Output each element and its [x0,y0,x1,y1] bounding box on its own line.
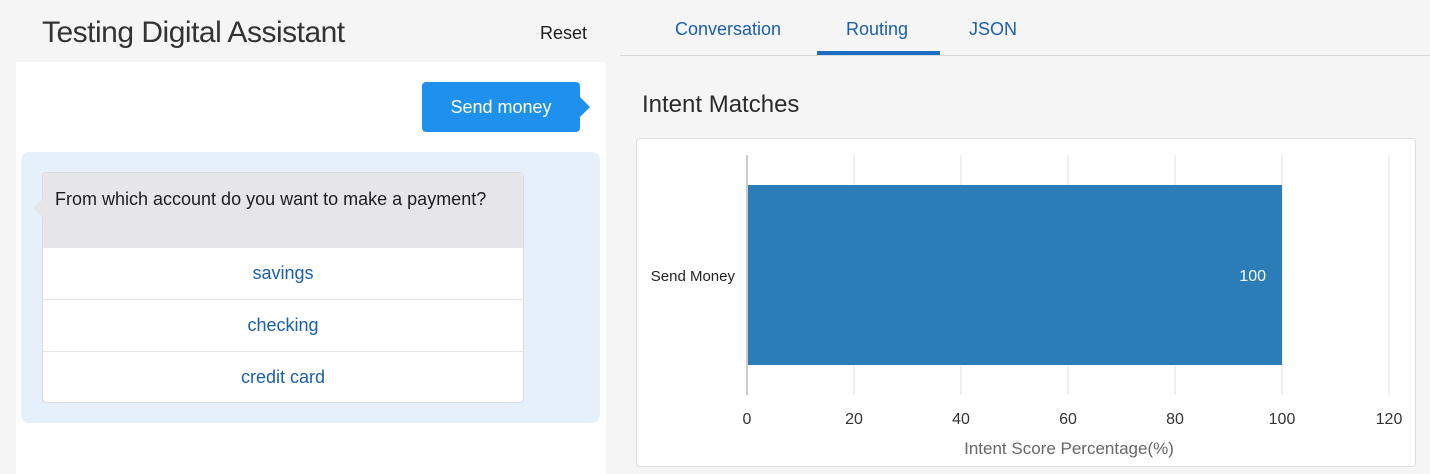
x-tick-labels: 0 20 40 60 80 100 120 [743,411,1403,428]
bot-message-card: From which account do you want to make a… [33,172,524,403]
bar-data-label: 100 [1239,268,1266,285]
y-category-label: Send Money [651,268,736,285]
x-tick-label: 80 [1166,411,1184,428]
option-checking[interactable]: checking [43,299,523,351]
tab-conversation[interactable]: Conversation [675,19,781,40]
tab-json[interactable]: JSON [969,19,1017,40]
section-title: Intent Matches [642,91,800,118]
intent-chart: 100 0 20 40 60 80 100 120 Send Money Intent Sc… [651,155,1403,458]
x-tick-label: 40 [952,411,970,428]
bar-send-money [748,185,1282,365]
app-title: Testing Digital Assistant [42,16,345,49]
x-tick-label: 0 [743,411,752,428]
x-tick-label: 60 [1059,411,1077,428]
user-message-bubble: Send money [422,82,590,132]
option-credit-card[interactable]: credit card [43,351,523,403]
active-tab-indicator [817,51,940,55]
x-axis-label: Intent Score Percentage(%) [964,439,1174,458]
reset-button[interactable]: Reset [540,23,587,44]
bot-question-text: From which account do you want to make a… [43,173,523,247]
x-tick-label: 20 [845,411,863,428]
x-tick-label: 120 [1376,411,1403,428]
app-root: Testing Digital Assistant Reset Send mon… [0,0,1430,474]
chat-header: Testing Digital Assistant Reset [0,0,606,62]
y-category-labels: Send Money [651,268,736,285]
chart-bars: 100 [748,185,1282,365]
x-tick-label: 100 [1269,411,1296,428]
option-savings[interactable]: savings [43,247,523,299]
intent-chart-card: 100 0 20 40 60 80 100 120 Send Money Intent Sc… [636,138,1416,467]
tab-routing[interactable]: Routing [846,19,908,40]
